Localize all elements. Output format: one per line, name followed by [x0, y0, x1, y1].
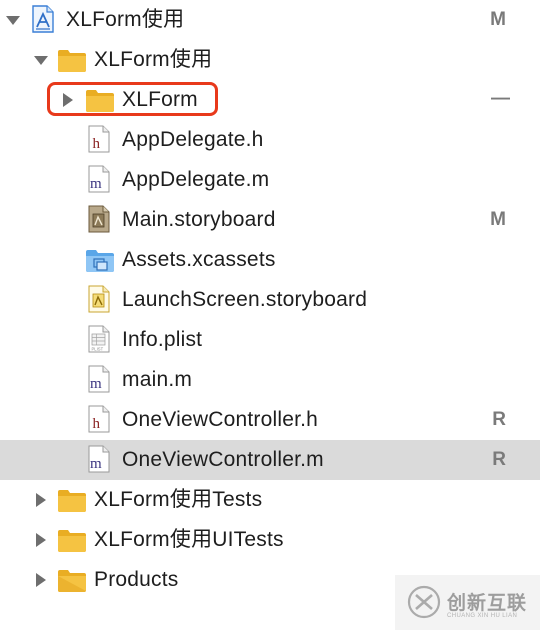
disclosure-closed-icon[interactable] [33, 492, 49, 508]
file-label: Main.storyboard [122, 208, 276, 231]
group-label: XLForm使用UITests [94, 528, 284, 551]
folder-icon [58, 50, 86, 72]
file-label: Info.plist [122, 328, 203, 351]
tree-row-file[interactable]: LaunchScreen.storyboard [0, 280, 540, 320]
tree-row-file[interactable]: Main.storyboard M [0, 200, 540, 240]
tree-row-file[interactable]: h OneViewController.h R [0, 400, 540, 440]
file-label: Assets.xcassets [122, 248, 276, 271]
file-label: AppDelegate.h [122, 128, 264, 151]
file-label: LaunchScreen.storyboard [122, 288, 368, 311]
scm-status-badge: — [491, 88, 510, 109]
disclosure-open-icon[interactable] [5, 12, 21, 28]
watermark: 创新互联 CHUANG XIN HU LIAN [395, 575, 540, 630]
tree-row-file[interactable]: m main.m [0, 360, 540, 400]
group-label: Products [94, 568, 179, 591]
scm-status-badge: R [492, 409, 506, 430]
impl-m-glyph: m [90, 456, 102, 472]
implementation-file-icon: m [88, 365, 110, 393]
tree-row-group-uitests[interactable]: XLForm使用UITests [0, 520, 540, 560]
group-label: XLForm使用 [94, 48, 213, 71]
plist-text-glyph: PLIST [92, 347, 104, 352]
scm-status-badge: M [490, 209, 506, 230]
scm-status-badge: R [492, 449, 506, 470]
tree-row-file[interactable]: Assets.xcassets [0, 240, 540, 280]
folder-icon [58, 530, 86, 552]
header-h-glyph: h [93, 136, 101, 152]
file-label: main.m [122, 368, 193, 391]
tree-row-project[interactable]: XLForm使用 M [0, 0, 540, 40]
storyboard-file-icon [88, 205, 110, 233]
tree-row-file[interactable]: m AppDelegate.m [0, 160, 540, 200]
launch-storyboard-icon [88, 285, 110, 313]
group-label: XLForm使用Tests [94, 488, 263, 511]
scm-status-badge: M [490, 9, 506, 30]
tree-row-file[interactable]: h AppDelegate.h [0, 120, 540, 160]
project-label: XLForm使用 [66, 8, 185, 31]
xcode-project-icon [32, 5, 54, 33]
watermark-text: 创新互联 [447, 593, 528, 614]
asset-catalog-icon [86, 250, 114, 272]
disclosure-open-icon[interactable] [33, 52, 49, 68]
disclosure-closed-icon[interactable] [33, 572, 49, 588]
impl-m-glyph: m [90, 176, 102, 192]
watermark-logo-icon [407, 585, 441, 619]
products-folder-icon [58, 570, 86, 592]
watermark-subtext: CHUANG XIN HU LIAN [447, 613, 518, 619]
folder-icon [58, 490, 86, 512]
header-file-icon: h [88, 405, 110, 433]
header-h-glyph: h [93, 416, 101, 432]
plist-file-icon: PLIST [88, 325, 110, 353]
file-label: OneViewController.m [122, 448, 324, 471]
tree-row-group-main[interactable]: XLForm使用 [0, 40, 540, 80]
tree-row-file-selected[interactable]: m OneViewController.m R [0, 440, 540, 480]
implementation-file-icon: m [88, 165, 110, 193]
file-label: AppDelegate.m [122, 168, 270, 191]
disclosure-closed-icon[interactable] [33, 532, 49, 548]
tree-row-group-tests[interactable]: XLForm使用Tests [0, 480, 540, 520]
annotation-highlight-box [47, 82, 218, 116]
tree-row-file[interactable]: PLIST Info.plist [0, 320, 540, 360]
header-file-icon: h [88, 125, 110, 153]
implementation-file-icon: m [88, 445, 110, 473]
file-label: OneViewController.h [122, 408, 319, 431]
impl-m-glyph: m [90, 376, 102, 392]
